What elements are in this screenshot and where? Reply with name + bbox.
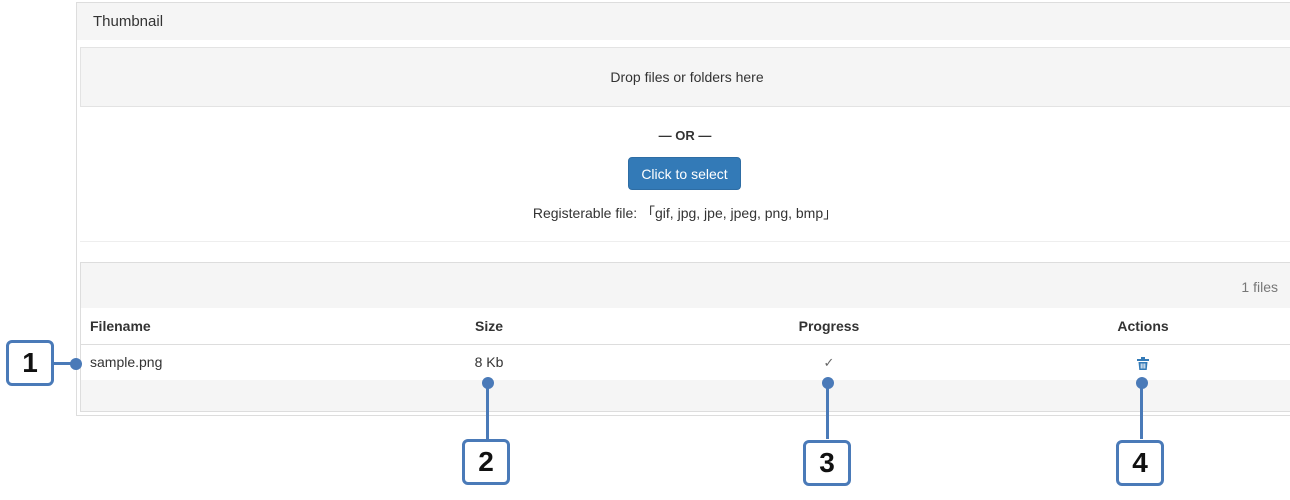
annotation-2-connector: [486, 383, 489, 439]
annotation-3-connector: [826, 383, 829, 439]
annotation-2: 2: [462, 439, 510, 485]
annotation-1: 1: [6, 340, 54, 386]
file-table: Filename Size Progress Actions sample.pn…: [81, 308, 1290, 380]
file-list-panel: 1 files Filename Size Progress Actions s…: [80, 262, 1290, 412]
file-row-filename: sample.png: [90, 354, 163, 370]
thumbnail-panel: Thumbnail Drop files or folders here — O…: [76, 2, 1290, 416]
delete-file-button[interactable]: [1093, 345, 1193, 380]
file-count: 1 files: [1241, 279, 1278, 295]
file-row-size: 8 Kb: [474, 354, 504, 370]
column-header-actions: Actions: [1117, 318, 1169, 334]
column-header-size: Size: [474, 318, 503, 334]
annotation-1-dot: [70, 358, 82, 370]
select-files-button[interactable]: Click to select: [628, 157, 741, 190]
drop-zone[interactable]: Drop files or folders here: [80, 47, 1290, 107]
column-header-progress: Progress: [798, 318, 860, 334]
section-divider: [80, 241, 1290, 242]
or-separator: — OR —: [658, 128, 712, 143]
panel-title: Thumbnail: [77, 3, 1290, 40]
trash-icon: [1137, 345, 1149, 380]
annotation-4: 4: [1116, 440, 1164, 486]
registerable-file-types: Registerable file: 「gif, jpg, jpe, jpeg,…: [532, 205, 838, 221]
column-header-filename: Filename: [90, 318, 151, 334]
annotation-3: 3: [803, 440, 851, 486]
check-icon: ✓: [823, 355, 835, 370]
annotation-4-connector: [1140, 383, 1143, 439]
